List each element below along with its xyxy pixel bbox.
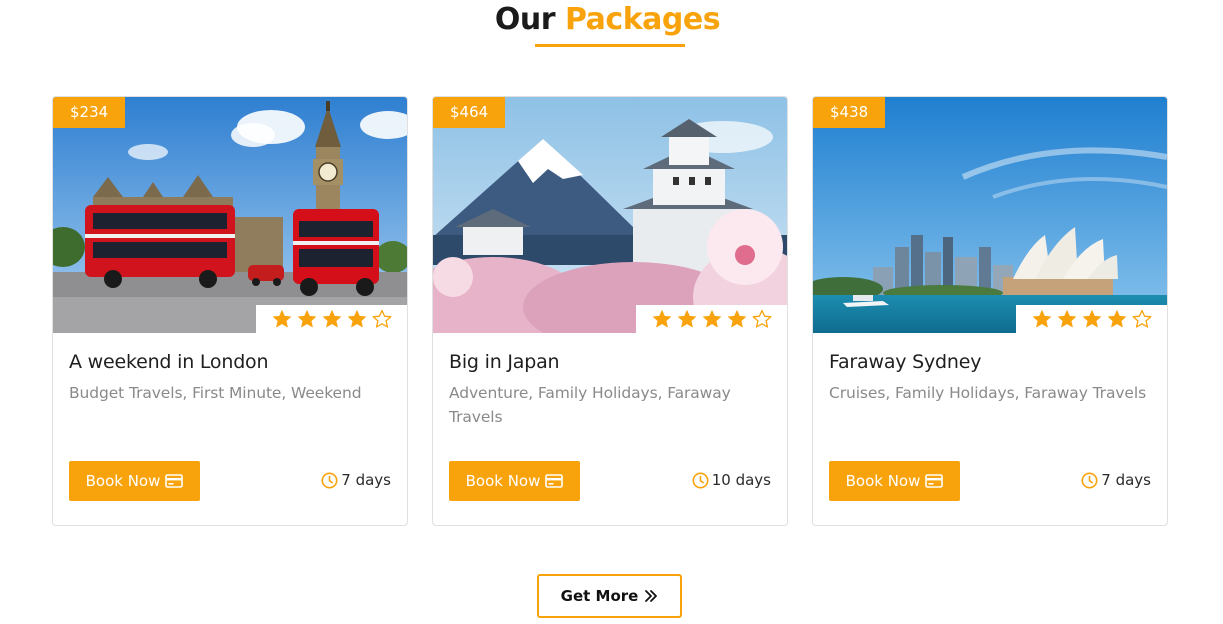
package-title[interactable]: Faraway Sydney — [829, 351, 981, 373]
package-duration: 7 days — [321, 471, 391, 489]
title-underline — [535, 44, 685, 47]
rating-stars — [636, 305, 787, 333]
star-filled-icon — [1082, 310, 1101, 328]
book-now-button[interactable]: Book Now — [69, 461, 200, 501]
star-filled-icon — [272, 310, 291, 328]
book-now-label: Book Now — [465, 472, 541, 490]
star-filled-icon — [322, 310, 341, 328]
package-card-sydney: $438 Faraway Sydney Cruises, Family Holi… — [812, 96, 1168, 526]
clock-icon — [1081, 472, 1098, 488]
star-filled-icon — [1057, 310, 1076, 328]
duration-text: 7 days — [341, 471, 391, 489]
rating-stars — [256, 305, 407, 333]
star-filled-icon — [652, 310, 671, 328]
section-title: Our Packages — [0, 0, 1223, 40]
star-filled-icon — [1107, 310, 1126, 328]
price-badge: $234 — [53, 97, 126, 128]
star-filled-icon — [297, 310, 316, 328]
duration-text: 7 days — [1101, 471, 1151, 489]
credit-card-icon — [925, 474, 944, 488]
london-big-ben-buses-photo — [53, 97, 407, 333]
rating-stars — [1016, 305, 1167, 333]
star-filled-icon — [702, 310, 721, 328]
book-now-label: Book Now — [845, 472, 921, 490]
japan-fuji-castle-blossom-photo — [433, 97, 787, 333]
japan-photo[interactable]: $464 — [433, 97, 787, 333]
package-card-london: $234 A weekend in London Budget Travels,… — [52, 96, 408, 526]
section-title-dark: Our — [494, 2, 556, 37]
book-now-label: Book Now — [85, 472, 161, 490]
book-now-button[interactable]: Book Now — [449, 461, 580, 501]
package-title[interactable]: Big in Japan — [449, 351, 560, 373]
get-more-label: Get More — [560, 587, 639, 605]
star-filled-icon — [1032, 310, 1051, 328]
double-chevron-right-icon — [645, 590, 658, 602]
package-duration: 7 days — [1081, 471, 1151, 489]
star-filled-icon — [677, 310, 696, 328]
book-now-button[interactable]: Book Now — [829, 461, 960, 501]
star-outline-icon — [752, 309, 771, 328]
credit-card-icon — [545, 474, 564, 488]
package-categories[interactable]: Cruises, Family Holidays, Faraway Travel… — [829, 381, 1149, 405]
price-badge: $438 — [813, 97, 886, 128]
package-title[interactable]: A weekend in London — [69, 351, 269, 373]
sydney-photo[interactable]: $438 — [813, 97, 1167, 333]
package-categories[interactable]: Budget Travels, First Minute, Weekend — [69, 381, 389, 405]
london-photo[interactable]: $234 — [53, 97, 407, 333]
credit-card-icon — [165, 474, 184, 488]
package-card-japan: $464 Big in Japan Adventure, Family Holi… — [432, 96, 788, 526]
package-categories[interactable]: Adventure, Family Holidays, Faraway Trav… — [449, 381, 769, 429]
sydney-opera-house-photo — [813, 97, 1167, 333]
get-more-button[interactable]: Get More — [537, 574, 682, 618]
star-outline-icon — [372, 309, 391, 328]
duration-text: 10 days — [711, 471, 771, 489]
clock-icon — [692, 472, 709, 488]
price-badge: $464 — [433, 97, 506, 128]
clock-icon — [321, 472, 338, 488]
section-title-accent: Packages — [565, 2, 721, 37]
star-filled-icon — [727, 310, 746, 328]
package-duration: 10 days — [692, 471, 771, 489]
star-filled-icon — [347, 310, 366, 328]
star-outline-icon — [1132, 309, 1151, 328]
section-heading: Our Packages — [0, 0, 1223, 40]
